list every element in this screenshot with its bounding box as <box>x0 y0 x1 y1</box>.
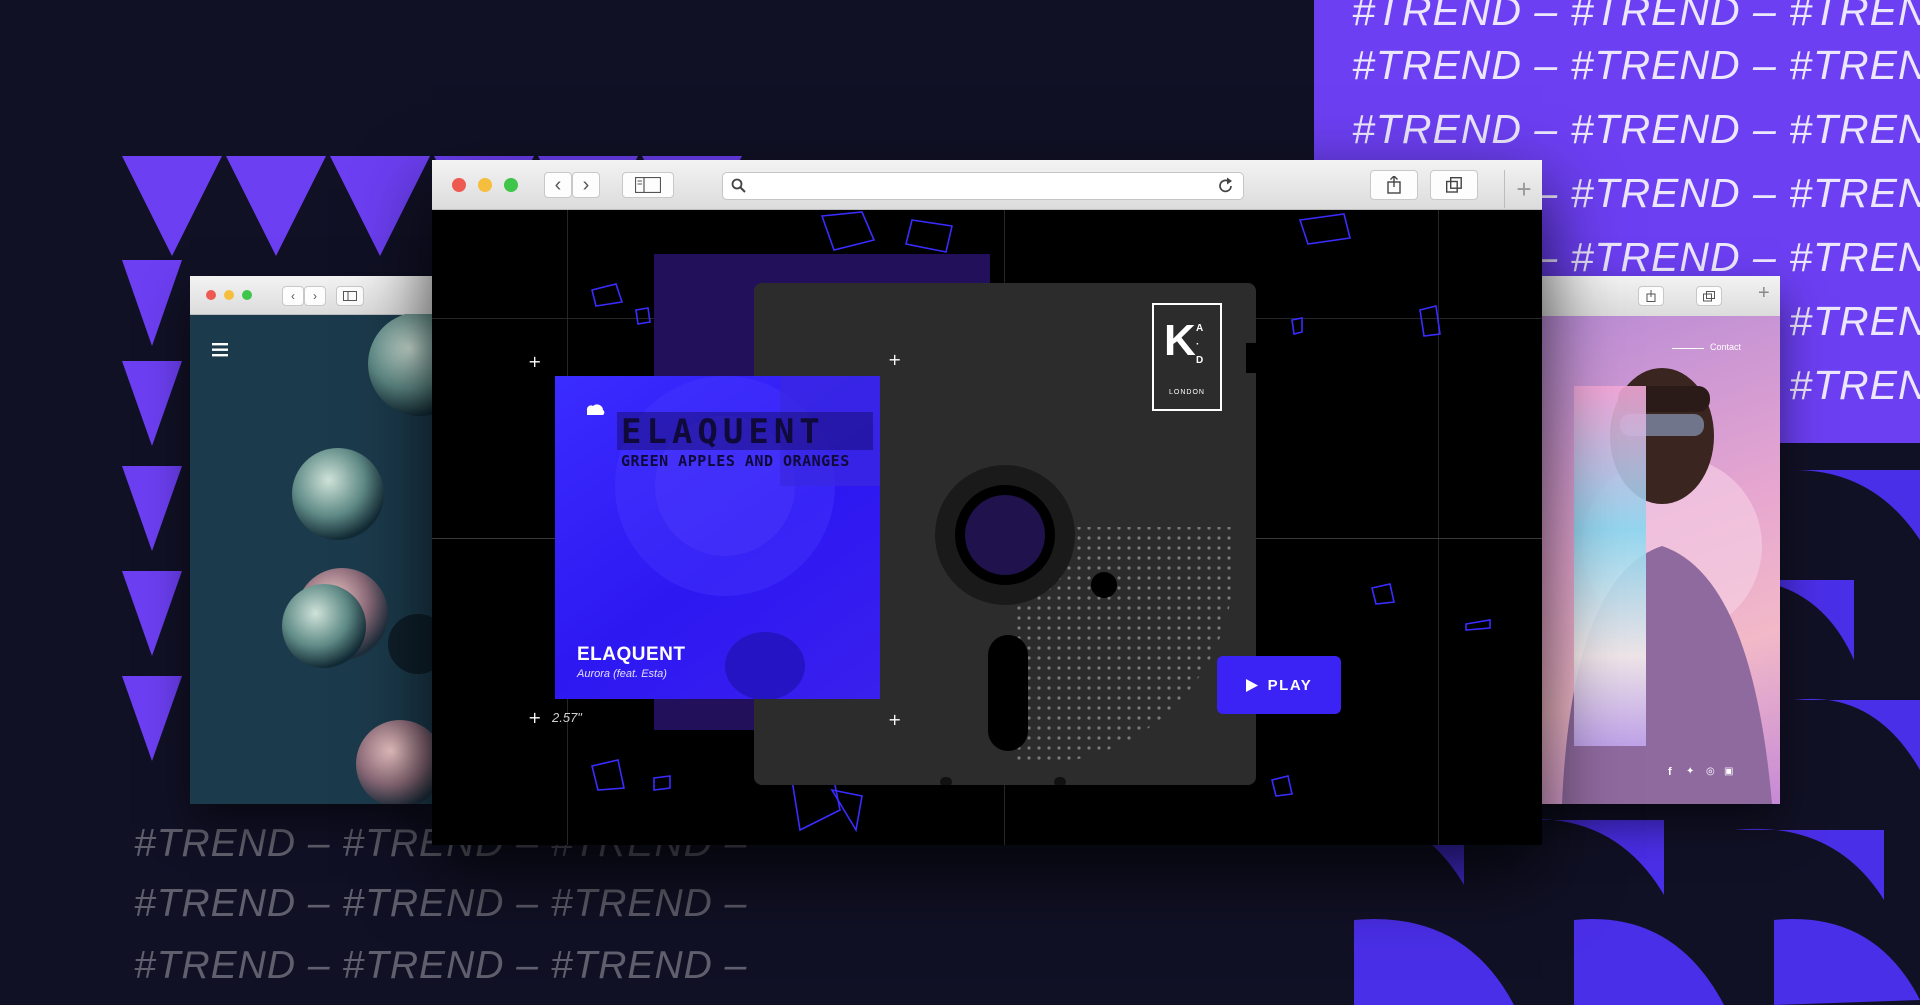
play-label: PLAY <box>1267 676 1313 694</box>
main-browser-window: ‹ › + K A · D LONDON ELAQUENT GREEN APPL… <box>432 160 1542 845</box>
trend-text-line: #TREND – #TREND – #TREND – <box>134 944 748 987</box>
trend-text-line: #TREND – #TREND – #TREND – <box>1352 0 1920 34</box>
tabs-button[interactable] <box>1430 170 1478 200</box>
maximize-window-button[interactable] <box>504 178 518 192</box>
trend-text-line: #TREND – #TREND – #TREND – <box>1352 106 1920 152</box>
new-tab-button[interactable]: + <box>1758 282 1770 305</box>
portrait-artwork <box>1562 368 1772 804</box>
planet-artwork <box>282 314 440 804</box>
share-icon <box>1646 290 1656 302</box>
close-window-button[interactable] <box>206 290 216 300</box>
trend-text-line: #TREND – #TREND – #TREND – <box>134 882 748 925</box>
back-button[interactable]: ‹ <box>544 172 572 198</box>
plus-icon: + <box>1758 282 1770 304</box>
tabs-button[interactable] <box>1696 286 1722 306</box>
sidebar-icon <box>343 291 357 301</box>
nav-contact-link[interactable]: Contact <box>1710 342 1741 352</box>
logo-subtext: LONDON <box>1169 389 1205 396</box>
trend-text-line: #TREND – #TREND – #TREND – <box>1352 42 1920 88</box>
right-browser-window: + Contact f ✦ ◎ ▣ <box>1522 276 1780 804</box>
left-browser-window: ‹ › <box>190 276 440 804</box>
soundcloud-icon[interactable] <box>583 402 605 416</box>
chevron-right-icon: › <box>582 173 590 196</box>
right-browser-toolbar: + <box>1522 276 1780 317</box>
logo-side-letters: A · D <box>1196 323 1204 366</box>
play-button[interactable]: PLAY <box>1217 656 1341 714</box>
share-icon <box>1387 176 1401 194</box>
share-button[interactable] <box>1370 170 1418 200</box>
new-tab-button[interactable]: + <box>1504 170 1542 208</box>
close-window-button[interactable] <box>452 178 466 192</box>
facebook-icon[interactable]: f <box>1668 766 1672 778</box>
crosshair-marker: + <box>888 350 902 369</box>
crosshair-marker: + <box>528 708 542 727</box>
back-button[interactable]: ‹ <box>282 286 304 306</box>
tabs-icon <box>1446 177 1462 193</box>
instagram-icon[interactable]: ◎ <box>1706 766 1715 777</box>
search-icon <box>731 178 746 193</box>
crosshair-marker: + <box>528 352 542 371</box>
logo-letter: K <box>1164 316 1196 365</box>
chevron-left-icon: ‹ <box>554 173 562 196</box>
forward-button[interactable]: › <box>572 172 600 198</box>
chevron-left-icon: ‹ <box>291 289 295 303</box>
youtube-icon[interactable]: ▣ <box>1724 766 1733 777</box>
album-subtitle: GREEN APPLES AND ORANGES <box>621 452 850 470</box>
measurement-label: 2.57" <box>552 710 582 725</box>
share-button[interactable] <box>1638 286 1664 306</box>
album-track: Aurora (feat. Esta) <box>577 668 667 680</box>
address-bar[interactable] <box>722 172 1244 200</box>
nav-line <box>1672 348 1704 349</box>
crosshair-marker: + <box>888 710 902 729</box>
minimize-window-button[interactable] <box>478 178 492 192</box>
sidebar-toggle-button[interactable] <box>622 172 674 198</box>
reload-icon[interactable] <box>1217 177 1235 195</box>
album-title: ELAQUENT <box>621 412 825 452</box>
album-cover-card[interactable]: ELAQUENT GREEN APPLES AND ORANGES ELAQUE… <box>555 376 880 699</box>
play-icon <box>1245 678 1258 692</box>
plus-icon: + <box>1516 173 1532 204</box>
tabs-icon <box>1703 290 1715 301</box>
main-browser-toolbar: ‹ › + <box>432 160 1542 210</box>
sidebar-toggle-button[interactable] <box>336 286 364 306</box>
minimize-window-button[interactable] <box>224 290 234 300</box>
left-browser-toolbar: ‹ › <box>190 276 440 315</box>
forward-button[interactable]: › <box>304 286 326 306</box>
brand-logo: K A · D LONDON <box>1152 303 1222 411</box>
maximize-window-button[interactable] <box>242 290 252 300</box>
page-viewport: K A · D LONDON ELAQUENT GREEN APPLES AND… <box>432 210 1542 845</box>
album-name: ELAQUENT <box>577 644 686 665</box>
sidebar-icon <box>635 177 661 193</box>
chevron-right-icon: › <box>313 289 317 303</box>
twitter-icon[interactable]: ✦ <box>1686 766 1694 777</box>
